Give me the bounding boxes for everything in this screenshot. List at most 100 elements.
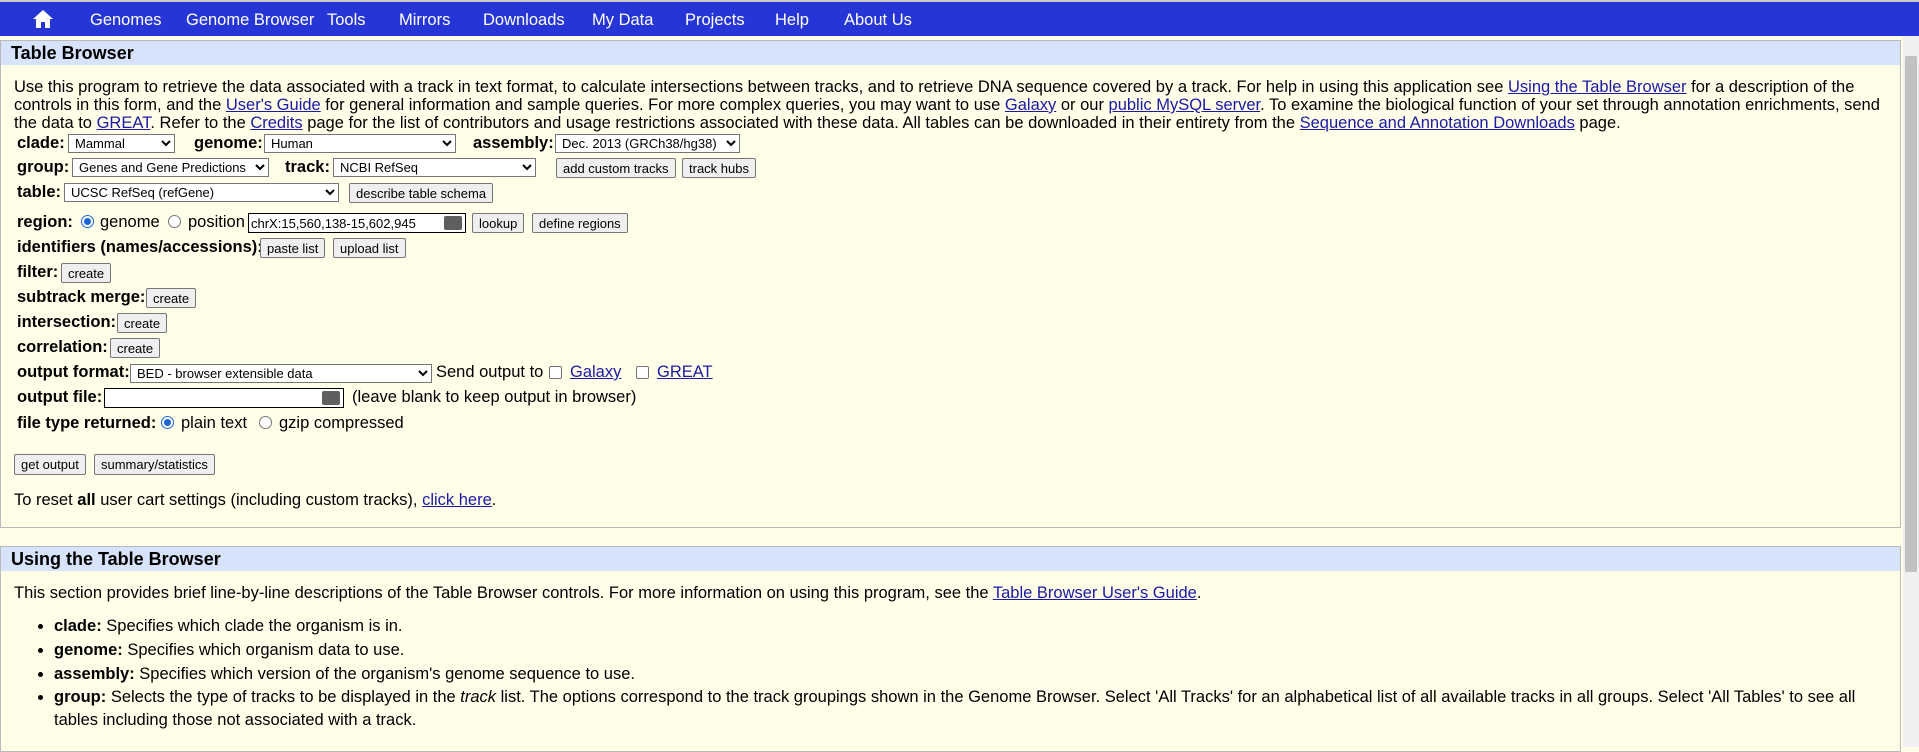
position-input[interactable] bbox=[248, 213, 466, 233]
send-great-link[interactable]: GREAT bbox=[657, 363, 713, 382]
list-term: clade: bbox=[54, 617, 102, 635]
intro-text: page for the list of contributors and us… bbox=[302, 114, 1300, 132]
region-position-label: position bbox=[188, 213, 245, 231]
nav-projects[interactable]: Projects bbox=[685, 11, 745, 30]
file-type-label: file type returned: bbox=[17, 414, 157, 432]
upload-list-button[interactable]: upload list bbox=[333, 238, 406, 258]
intro-text: . Refer to the bbox=[150, 114, 251, 132]
output-file-input[interactable] bbox=[104, 388, 344, 408]
correlation-label: correlation: bbox=[17, 338, 108, 356]
nav-mirrors[interactable]: Mirrors bbox=[399, 11, 450, 30]
nav-genomes[interactable]: Genomes bbox=[90, 11, 162, 30]
reset-end: . bbox=[491, 491, 497, 509]
send-galaxy-checkbox[interactable] bbox=[549, 366, 562, 379]
plain-text-label: plain text bbox=[181, 414, 248, 432]
add-custom-tracks-button[interactable]: add custom tracks bbox=[556, 158, 676, 178]
intersection-label: intersection: bbox=[17, 313, 117, 331]
track-select[interactable]: NCBI RefSeq bbox=[333, 158, 536, 177]
nav-my-data[interactable]: My Data bbox=[592, 11, 653, 30]
nav-tools[interactable]: Tools bbox=[327, 11, 366, 30]
section-title: Table Browser bbox=[1, 41, 1900, 65]
link-galaxy[interactable]: Galaxy bbox=[1005, 96, 1056, 114]
group-select[interactable]: Genes and Gene Predictions bbox=[72, 158, 269, 177]
region-position-radio[interactable] bbox=[168, 215, 181, 228]
intro-text: or our bbox=[1056, 96, 1109, 114]
list-item: genome: Specifies which organism data to… bbox=[54, 638, 1894, 662]
define-regions-button[interactable]: define regions bbox=[532, 213, 628, 233]
assembly-label: assembly: bbox=[473, 134, 554, 152]
identifiers-label: identifiers (names/accessions): bbox=[17, 238, 263, 256]
gzip-radio[interactable] bbox=[259, 416, 272, 429]
plain-text-radio[interactable] bbox=[161, 416, 174, 429]
output-format-select[interactable]: BED - browser extensible data bbox=[130, 364, 432, 383]
gzip-label: gzip compressed bbox=[279, 414, 404, 432]
paste-list-button[interactable]: paste list bbox=[260, 238, 326, 258]
intro-paragraph: Use this program to retrieve the data as… bbox=[14, 78, 1884, 132]
output-format-label: output format: bbox=[17, 363, 130, 381]
list-term: group: bbox=[54, 688, 107, 706]
clade-select[interactable]: Mammal bbox=[68, 134, 175, 153]
intro-text: page. bbox=[1574, 114, 1621, 132]
send-great-checkbox[interactable] bbox=[636, 366, 649, 379]
output-file-label: output file: bbox=[17, 388, 103, 406]
assembly-select[interactable]: Dec. 2013 (GRCh38/hg38) bbox=[555, 134, 740, 153]
using-intro-end: . bbox=[1196, 584, 1202, 602]
top-nav-bar: Genomes Genome Browser Tools Mirrors Dow… bbox=[0, 0, 1919, 36]
list-desc: Specifies which version of the organism'… bbox=[134, 665, 635, 683]
link-table-browser-users-guide[interactable]: Table Browser User's Guide bbox=[993, 584, 1197, 602]
section-title: Using the Table Browser bbox=[1, 547, 1900, 571]
link-users-guide[interactable]: User's Guide bbox=[226, 96, 321, 114]
keyboard-icon[interactable] bbox=[444, 216, 462, 230]
nav-help[interactable]: Help bbox=[775, 11, 809, 30]
reset-bold: all bbox=[77, 491, 96, 509]
track-label: track: bbox=[285, 158, 330, 176]
filter-create-button[interactable]: create bbox=[61, 263, 112, 283]
subtrack-merge-label: subtrack merge: bbox=[17, 288, 146, 306]
link-great[interactable]: GREAT bbox=[97, 114, 151, 132]
reset-mid: user cart settings (including custom tra… bbox=[95, 491, 423, 509]
link-credits[interactable]: Credits bbox=[250, 114, 302, 132]
region-genome-radio[interactable] bbox=[81, 215, 94, 228]
list-item: clade: Specifies which clade the organis… bbox=[54, 614, 1894, 638]
list-desc: Specifies which organism data to use. bbox=[122, 641, 405, 659]
list-term: genome: bbox=[54, 641, 123, 659]
list-desc-em: track bbox=[460, 688, 497, 706]
list-desc: Selects the type of tracks to be display… bbox=[106, 688, 461, 706]
clade-label: clade: bbox=[17, 134, 65, 152]
send-galaxy-link[interactable]: Galaxy bbox=[570, 363, 621, 382]
intersection-create-button[interactable]: create bbox=[117, 313, 168, 333]
table-label: table: bbox=[17, 183, 62, 201]
reset-text: To reset all user cart settings (includi… bbox=[14, 491, 496, 510]
link-using-table-browser[interactable]: Using the Table Browser bbox=[1508, 78, 1687, 96]
track-hubs-button[interactable]: track hubs bbox=[682, 158, 756, 178]
link-public-mysql[interactable]: public MySQL server bbox=[1109, 96, 1261, 114]
link-sequence-downloads[interactable]: Sequence and Annotation Downloads bbox=[1300, 114, 1575, 132]
lookup-button[interactable]: lookup bbox=[472, 213, 525, 233]
nav-downloads[interactable]: Downloads bbox=[483, 11, 565, 30]
correlation-create-button[interactable]: create bbox=[110, 338, 161, 358]
nav-genome-browser[interactable]: Genome Browser bbox=[186, 11, 314, 30]
subtrack-create-button[interactable]: create bbox=[146, 288, 197, 308]
list-desc: Specifies which clade the organism is in… bbox=[101, 617, 403, 635]
filter-label: filter: bbox=[17, 263, 59, 281]
home-icon[interactable] bbox=[32, 9, 54, 29]
genome-select[interactable]: Human bbox=[264, 134, 456, 153]
intro-text: Use this program to retrieve the data as… bbox=[14, 78, 1508, 96]
reset-click-here-link[interactable]: click here bbox=[422, 491, 492, 509]
get-output-button[interactable]: get output bbox=[14, 454, 86, 475]
region-genome-label: genome bbox=[100, 213, 160, 231]
summary-statistics-button[interactable]: summary/statistics bbox=[94, 454, 215, 475]
controls-description-list: clade: Specifies which clade the organis… bbox=[14, 614, 1894, 732]
describe-schema-button[interactable]: describe table schema bbox=[349, 183, 494, 203]
region-label: region: bbox=[17, 213, 73, 231]
nav-about-us[interactable]: About Us bbox=[844, 11, 912, 30]
list-term: assembly: bbox=[54, 665, 135, 683]
scrollbar-thumb[interactable] bbox=[1905, 56, 1917, 572]
keyboard-icon[interactable] bbox=[322, 391, 340, 405]
intro-text: for general information and sample queri… bbox=[320, 96, 1005, 114]
list-item: group: Selects the type of tracks to be … bbox=[54, 686, 1894, 732]
output-file-hint: (leave blank to keep output in browser) bbox=[352, 388, 637, 406]
table-select[interactable]: UCSC RefSeq (refGene) bbox=[64, 183, 339, 202]
reset-pre: To reset bbox=[14, 491, 78, 509]
send-output-label: Send output to bbox=[436, 363, 544, 381]
